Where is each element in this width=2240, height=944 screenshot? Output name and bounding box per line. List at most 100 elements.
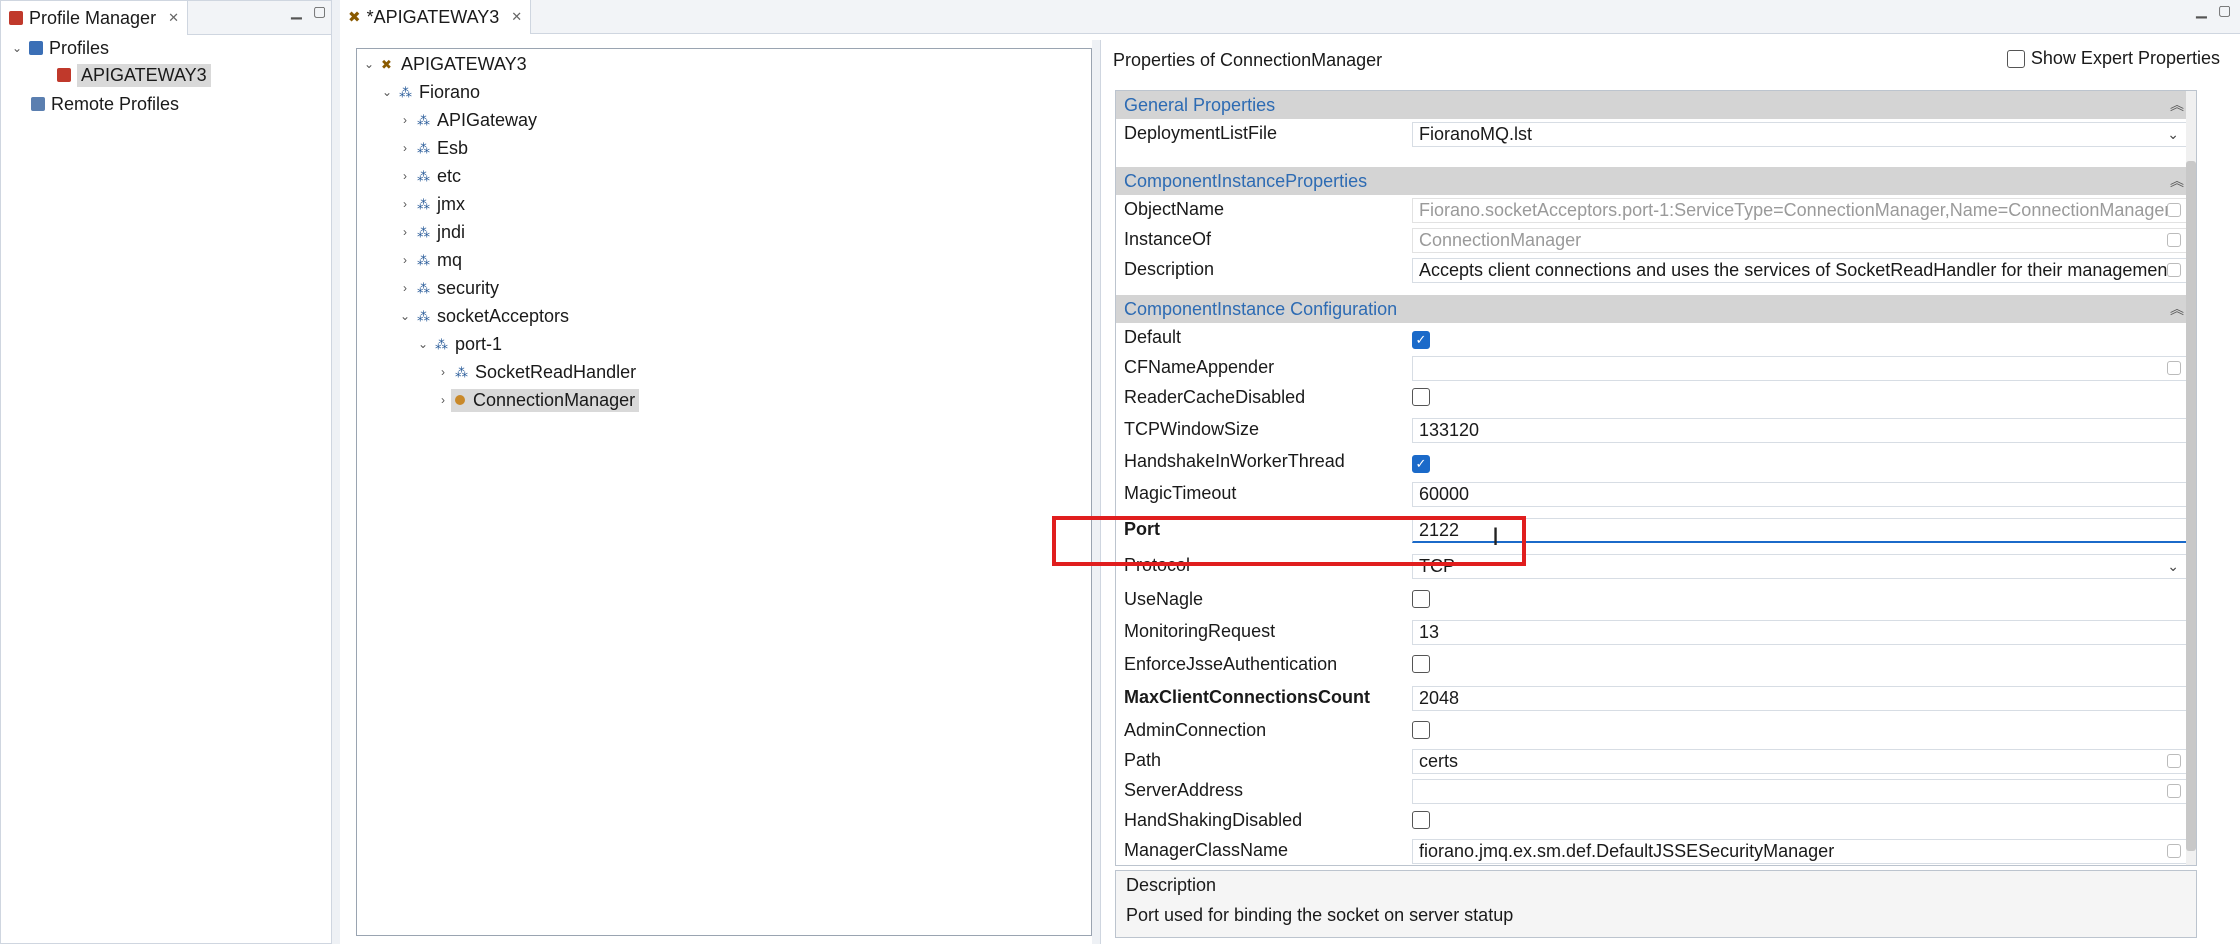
handshakeinworkerthread-checkbox[interactable]: ✓ xyxy=(1412,455,1430,473)
show-expert-checkbox[interactable] xyxy=(2006,49,2025,68)
edit-button-icon[interactable] xyxy=(2167,263,2181,277)
description-field[interactable]: Accepts client connections and uses the … xyxy=(1412,258,2188,283)
deploymentlistfile-select[interactable]: FioranoMQ.lst ⌄ xyxy=(1412,122,2188,147)
minimize-icon[interactable]: ▁ xyxy=(2196,2,2207,19)
section-general-properties[interactable]: General Properties ︽ xyxy=(1116,91,2196,119)
section-component-instance-properties[interactable]: ComponentInstanceProperties ︽ xyxy=(1116,167,2196,195)
tree-item-apigateway3[interactable]: ⌄ ✖ APIGATEWAY3 xyxy=(361,51,527,77)
chevron-right-icon[interactable]: › xyxy=(397,197,413,211)
port-field[interactable]: 2122 xyxy=(1412,518,2188,543)
instanceof-field[interactable]: ConnectionManager xyxy=(1412,228,2188,253)
chevron-right-icon[interactable]: › xyxy=(435,393,451,407)
default-checkbox[interactable]: ✓ xyxy=(1412,331,1430,349)
tree-item-apigateway3-profile[interactable]: APIGATEWAY3 xyxy=(53,62,211,88)
tree-item-fiorano[interactable]: ⌄ ⁂ Fiorano xyxy=(379,79,480,105)
readercachedisabled-checkbox[interactable] xyxy=(1412,388,1430,406)
property-key: TCPWindowSize xyxy=(1124,419,1260,439)
tree-item-label: APIGATEWAY3 xyxy=(77,63,211,87)
tree-item-socketacceptors[interactable]: ⌄ ⁂ socketAcceptors xyxy=(397,303,569,329)
collapse-icon[interactable]: ︽ xyxy=(2170,91,2184,119)
sash[interactable] xyxy=(1092,40,1100,944)
chevron-down-icon[interactable]: ⌄ xyxy=(2167,555,2179,578)
editor-tabbar: ✖ *APIGATEWAY3 ✕ ▁ ▢ xyxy=(340,0,2240,34)
section-title: ComponentInstanceProperties xyxy=(1124,171,1368,191)
tree-item-esb[interactable]: › ⁂ Esb xyxy=(397,135,468,161)
show-expert-label: Show Expert Properties xyxy=(2030,48,2220,68)
tree-item-mq[interactable]: › ⁂ mq xyxy=(397,247,462,273)
edit-button-icon[interactable] xyxy=(2167,361,2181,375)
enforcejsseauthentication-checkbox[interactable] xyxy=(1412,655,1430,673)
scrollbar-thumb[interactable] xyxy=(2186,161,2196,851)
adminconnection-checkbox[interactable] xyxy=(1412,721,1430,739)
maximize-icon[interactable]: ▢ xyxy=(313,3,326,20)
magictimeout-field[interactable]: 60000 xyxy=(1412,482,2188,507)
chevron-right-icon[interactable]: › xyxy=(397,113,413,127)
tree-item-connectionmanager[interactable]: › ConnectionManager xyxy=(435,387,640,413)
description-text: Port used for binding the socket on serv… xyxy=(1126,905,1514,925)
tab-apigateway3[interactable]: ✖ *APIGATEWAY3 ✕ xyxy=(340,0,532,34)
close-icon[interactable]: ✕ xyxy=(511,9,522,25)
component-icon: ⁂ xyxy=(417,253,430,268)
edit-button-icon[interactable] xyxy=(2167,784,2181,798)
chevron-right-icon[interactable]: › xyxy=(435,365,451,379)
tree-item-label: Remote Profiles xyxy=(51,93,180,114)
collapse-icon[interactable]: ︽ xyxy=(2170,295,2184,323)
chevron-right-icon[interactable]: › xyxy=(397,281,413,295)
tab-profile-manager[interactable]: Profile Manager ✕ xyxy=(1,1,188,35)
property-row-readercachedisabled: ReaderCacheDisabled xyxy=(1116,383,2196,413)
handshakingdisabled-checkbox[interactable] xyxy=(1412,811,1430,829)
path-field[interactable]: certs xyxy=(1412,749,2188,774)
tree-item-jndi[interactable]: › ⁂ jndi xyxy=(397,219,465,245)
chevron-down-icon[interactable]: ⌄ xyxy=(397,309,413,323)
show-expert-properties-toggle[interactable]: Show Expert Properties xyxy=(2006,48,2220,69)
component-icon: ⁂ xyxy=(417,309,430,324)
monitoringrequest-field[interactable]: 13 xyxy=(1412,620,2188,645)
sash[interactable] xyxy=(332,0,340,944)
tree-item-security[interactable]: › ⁂ security xyxy=(397,275,499,301)
tree-item-apigateway[interactable]: › ⁂ APIGateway xyxy=(397,107,537,133)
property-row-path: Path certs xyxy=(1116,746,2196,776)
gateway-tools-icon: ✖ xyxy=(381,57,392,72)
property-value: Fiorano.socketAcceptors.port-1:ServiceTy… xyxy=(1419,200,2171,220)
minimize-icon[interactable]: ▁ xyxy=(291,3,302,20)
serveraddress-field[interactable] xyxy=(1412,779,2188,804)
edit-button-icon[interactable] xyxy=(2167,754,2181,768)
close-icon[interactable]: ✕ xyxy=(168,10,179,26)
edit-button-icon[interactable] xyxy=(2167,233,2181,247)
chevron-right-icon[interactable]: › xyxy=(397,141,413,155)
component-icon: ⁂ xyxy=(417,113,430,128)
tree-item-jmx[interactable]: › ⁂ jmx xyxy=(397,191,465,217)
protocol-select[interactable]: TCP ⌄ xyxy=(1412,554,2188,579)
vertical-scrollbar[interactable] xyxy=(2186,91,2196,865)
chevron-right-icon[interactable]: › xyxy=(397,169,413,183)
property-row-objectname: ObjectName Fiorano.socketAcceptors.port-… xyxy=(1116,195,2196,225)
tree-item-socketreadhandler[interactable]: › ⁂ SocketReadHandler xyxy=(435,359,636,385)
collapse-icon[interactable]: ︽ xyxy=(2170,167,2184,195)
tree-item-etc[interactable]: › ⁂ etc xyxy=(397,163,461,189)
chevron-down-icon[interactable]: ⌄ xyxy=(2167,123,2179,146)
objectname-field[interactable]: Fiorano.socketAcceptors.port-1:ServiceTy… xyxy=(1412,198,2188,223)
edit-button-icon[interactable] xyxy=(2167,203,2181,217)
tcpwindowsize-field[interactable]: 133120 xyxy=(1412,418,2188,443)
tree-item-label: Fiorano xyxy=(419,81,481,102)
property-value: ConnectionManager xyxy=(1419,230,1582,250)
tree-item-remote-profiles[interactable]: Remote Profiles xyxy=(27,91,179,117)
chevron-down-icon[interactable]: ⌄ xyxy=(415,337,431,351)
maxclientconnectionscount-field[interactable]: 2048 xyxy=(1412,686,2188,711)
chevron-down-icon[interactable]: ⌄ xyxy=(379,85,395,99)
usenagle-checkbox[interactable] xyxy=(1412,590,1430,608)
chevron-right-icon[interactable]: › xyxy=(397,253,413,267)
property-value: fiorano.jmq.ex.sm.def.DefaultJSSESecurit… xyxy=(1419,841,1835,861)
property-key: InstanceOf xyxy=(1124,229,1212,249)
chevron-right-icon[interactable]: › xyxy=(397,225,413,239)
maximize-icon[interactable]: ▢ xyxy=(2218,2,2231,19)
chevron-down-icon[interactable]: ⌄ xyxy=(9,41,25,55)
tree-item-profiles[interactable]: ⌄ Profiles xyxy=(9,35,109,61)
managerclassname-field[interactable]: fiorano.jmq.ex.sm.def.DefaultJSSESecurit… xyxy=(1412,839,2188,864)
edit-button-icon[interactable] xyxy=(2167,844,2181,858)
tree-item-port-1[interactable]: ⌄ ⁂ port-1 xyxy=(415,331,502,357)
chevron-down-icon[interactable]: ⌄ xyxy=(361,57,377,71)
section-title: ComponentInstance Configuration xyxy=(1124,299,1398,319)
section-component-instance-configuration[interactable]: ComponentInstance Configuration ︽ xyxy=(1116,295,2196,323)
cfnameappender-field[interactable] xyxy=(1412,356,2188,381)
